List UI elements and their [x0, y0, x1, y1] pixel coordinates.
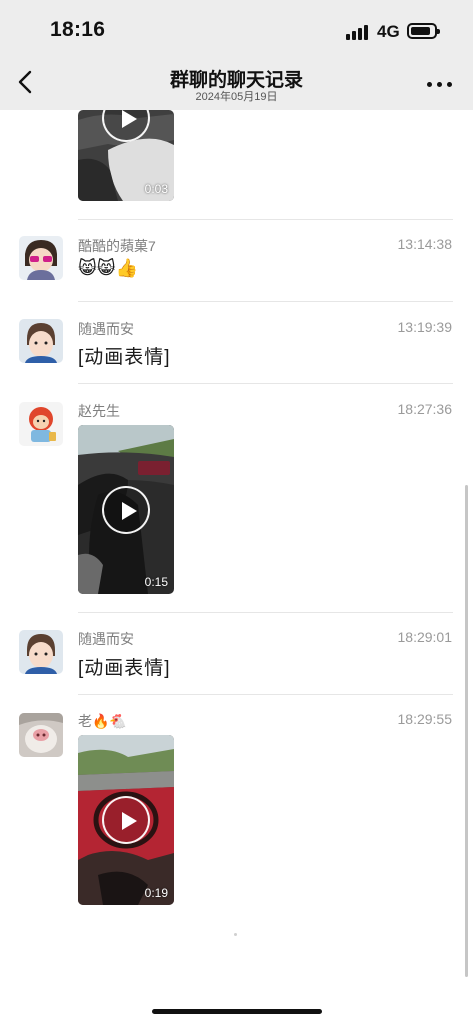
status-bar: 18:16 4G	[0, 0, 473, 56]
battery-icon	[407, 23, 440, 39]
sender-name: 老🔥🐔	[78, 713, 127, 729]
avatar[interactable]	[19, 713, 63, 757]
video-thumbnail[interactable]: 0:03	[78, 110, 174, 201]
message-time: 13:19:39	[397, 319, 453, 335]
avatar[interactable]	[19, 319, 63, 363]
divider	[78, 694, 453, 695]
message-time: 13:14:38	[397, 236, 453, 252]
message-time: 18:27:36	[397, 401, 453, 417]
divider	[78, 301, 453, 302]
message-time: 18:29:01	[397, 629, 453, 645]
video-duration: 0:03	[144, 182, 168, 196]
divider	[78, 219, 453, 220]
video-duration: 0:15	[144, 575, 168, 589]
play-icon	[102, 485, 150, 534]
video-thumbnail[interactable]: 0:15	[78, 425, 174, 594]
video-thumbnail[interactable]: 0:19	[78, 735, 174, 905]
chat-history-list[interactable]: 0:03 酷酷的蘋菓7 13:14:38 😸😸👍 随遇而安 13:19:39 […	[0, 110, 473, 990]
emoji-message: 😸😸👍	[78, 258, 138, 278]
avatar[interactable]	[19, 236, 63, 280]
nav-bar: 群聊的聊天记录 2024年05月19日	[0, 56, 473, 110]
network-type: 4G	[377, 22, 400, 41]
battery-level	[411, 27, 430, 35]
status-time: 18:16	[50, 18, 106, 41]
loading-dot	[234, 933, 237, 936]
divider	[78, 612, 453, 613]
message-text: [动画表情]	[78, 347, 171, 368]
divider	[78, 383, 453, 384]
page-subtitle: 2024年05月19日	[195, 91, 278, 103]
sender-name: 随遇而安	[78, 631, 134, 647]
video-duration: 0:19	[144, 886, 168, 900]
avatar[interactable]	[19, 630, 63, 674]
scrollbar[interactable]	[465, 485, 468, 977]
sender-name: 赵先生	[78, 403, 120, 419]
cellular-signal-icon	[346, 24, 370, 40]
sender-name: 随遇而安	[78, 321, 134, 337]
avatar[interactable]	[19, 402, 63, 446]
sender-name: 酷酷的蘋菓7	[78, 238, 156, 254]
play-icon	[102, 796, 150, 844]
home-indicator[interactable]	[152, 1009, 322, 1014]
message-time: 18:29:55	[397, 711, 453, 727]
more-button[interactable]	[425, 70, 455, 96]
message-text: [动画表情]	[78, 658, 171, 679]
